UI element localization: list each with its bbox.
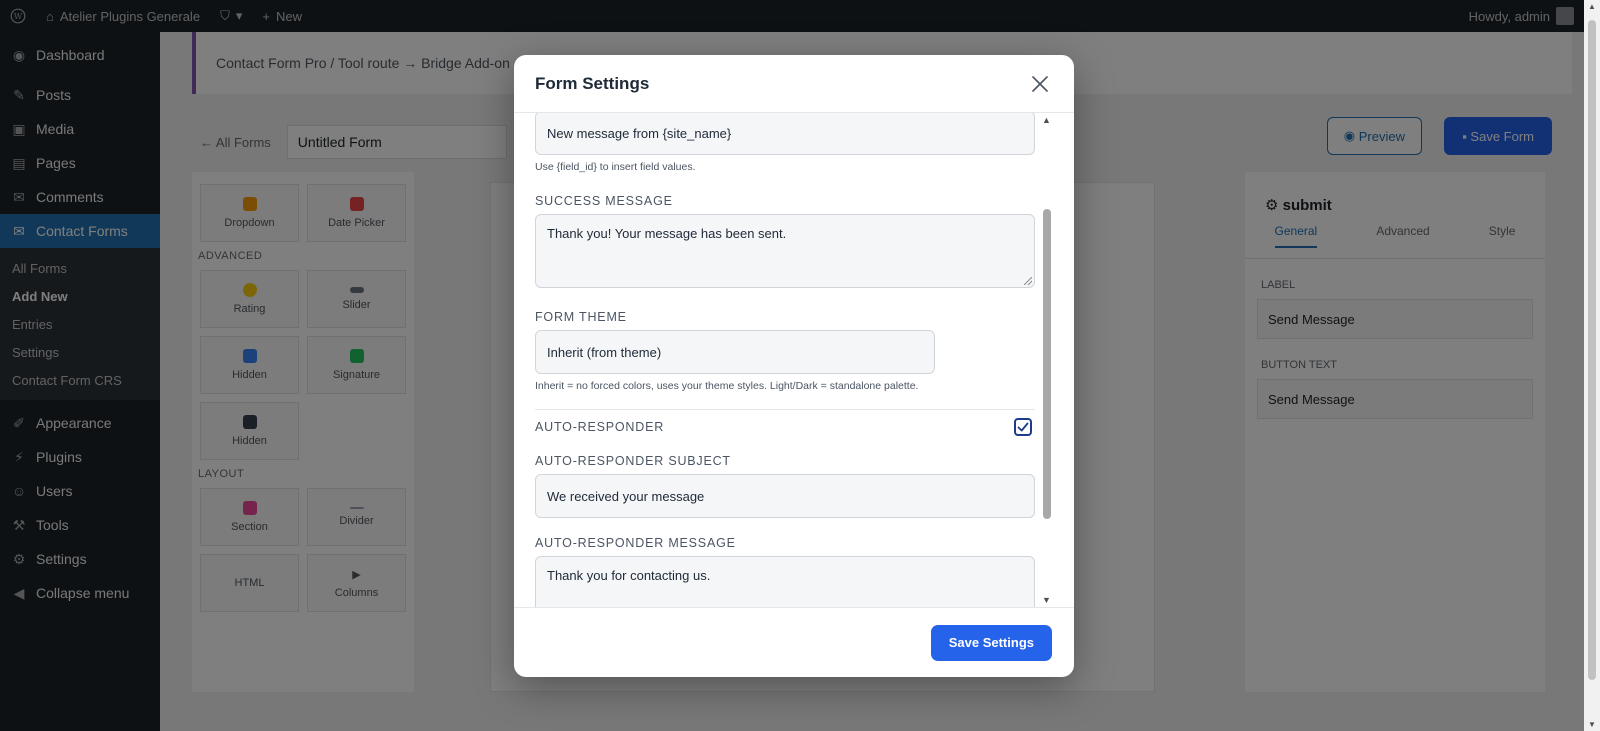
form-theme-label: FORM THEME <box>535 310 627 324</box>
ar-subject-label: AUTO-RESPONDER SUBJECT <box>535 454 731 468</box>
settings-form: New message from {site_name} Use {field_… <box>535 113 1035 607</box>
success-message-label: SUCCESS MESSAGE <box>535 194 673 208</box>
autoresponder-row: AUTO-RESPONDER <box>535 418 1035 436</box>
modal-scroll-thumb[interactable] <box>1043 209 1051 519</box>
scroll-down-arrow-icon[interactable]: ▼ <box>1588 720 1596 729</box>
check-icon <box>1017 422 1029 432</box>
success-message-textarea[interactable]: Thank you! Your message has been sent. <box>535 214 1035 288</box>
modal-scrollbar[interactable]: ▲ ▼ <box>1041 113 1053 607</box>
window-scroll-thumb[interactable] <box>1588 20 1596 680</box>
window-scrollbar[interactable]: ▲ ▼ <box>1584 0 1600 731</box>
modal-header: Form Settings <box>514 55 1074 113</box>
scroll-up-arrow-icon[interactable]: ▲ <box>1588 2 1596 11</box>
save-settings-button[interactable]: Save Settings <box>930 624 1052 661</box>
form-theme-select[interactable]: Inherit (from theme) <box>535 330 935 374</box>
close-button[interactable] <box>1028 72 1052 96</box>
modal-scroll-down-icon[interactable]: ▼ <box>1042 595 1051 605</box>
email-subject-hint: Use {field_id} to insert field values. <box>535 161 696 173</box>
modal-body: New message from {site_name} Use {field_… <box>514 113 1074 607</box>
form-theme-hint: Inherit = no forced colors, uses your th… <box>535 380 919 392</box>
section-divider <box>535 409 1035 410</box>
ar-message-label: AUTO-RESPONDER MESSAGE <box>535 536 736 550</box>
form-settings-modal: Form Settings New message from {site_nam… <box>514 55 1074 677</box>
modal-scroll-up-icon[interactable]: ▲ <box>1042 115 1051 125</box>
ar-subject-input[interactable]: We received your message <box>535 474 1035 518</box>
ar-message-textarea[interactable]: Thank you for contacting us. <box>535 556 1035 607</box>
autoresponder-label: AUTO-RESPONDER <box>535 420 665 434</box>
modal-footer: Save Settings <box>514 607 1074 677</box>
autoresponder-checkbox[interactable] <box>1014 418 1032 436</box>
close-icon <box>1032 75 1048 92</box>
email-subject-input[interactable]: New message from {site_name} <box>535 113 1035 155</box>
modal-title: Form Settings <box>535 73 650 93</box>
resize-grip-icon[interactable] <box>1024 277 1032 285</box>
